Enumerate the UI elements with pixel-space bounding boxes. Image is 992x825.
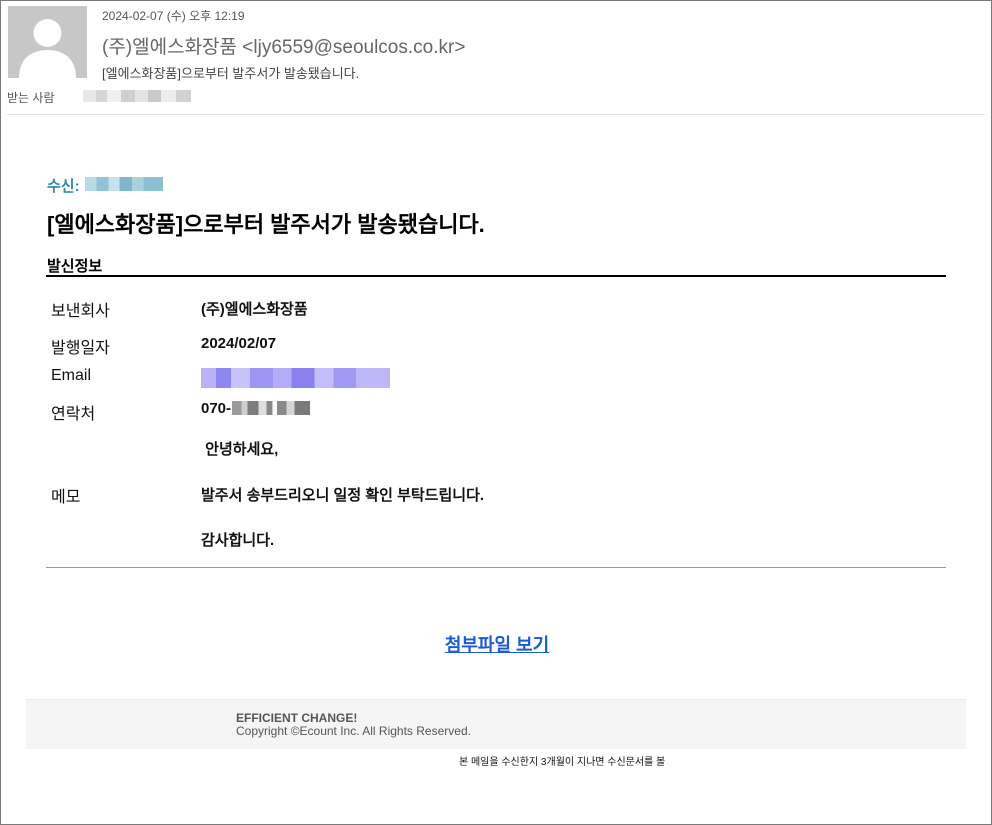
person-icon: [8, 6, 87, 78]
date-label: 발행일자: [51, 340, 110, 357]
email-date: 2024-02-07 (수) 오후 12:19: [102, 9, 245, 23]
email-subject: [엘에스화장품]으로부터 발주서가 발송됐습니다.: [102, 66, 360, 81]
retention-notice: 본 메일을 수신한지 3개월이 지나면 수신문서를 볼: [459, 757, 666, 768]
headline: [엘에스화장품]으로부터 발주서가 발송됐습니다.: [47, 212, 485, 237]
attachment-link-container: 첨부파일 보기: [1, 631, 992, 657]
recipient-label: 수신:: [47, 178, 80, 195]
phone-value-redacted: [232, 401, 310, 415]
section-divider: [46, 275, 946, 277]
phone-label: 연락처: [51, 406, 96, 423]
content-divider: [46, 567, 946, 568]
view-attachment-link[interactable]: 첨부파일 보기: [445, 635, 549, 655]
sender-name: (주)엘에스화장품: [102, 37, 238, 58]
to-recipient-redacted: [83, 90, 191, 102]
memo-line: 안녕하세요,: [201, 441, 279, 458]
company-label: 보낸회사: [51, 303, 110, 320]
footer-tagline: EFFICIENT CHANGE!: [236, 711, 358, 725]
sender-email: <ljy6559@seoulcos.co.kr>: [242, 37, 466, 58]
memo-line: 감사합니다.: [201, 532, 275, 549]
memo-line: 발주서 송부드리오니 일정 확인 부탁드립니다.: [201, 487, 485, 504]
company-value: (주)엘에스화장품: [201, 301, 308, 318]
footer-copyright: Copyright ©Ecount Inc. All Rights Reserv…: [236, 724, 471, 738]
footer: [26, 699, 966, 749]
to-label: 받는 사람: [7, 91, 55, 105]
phone-prefix: 070-: [201, 400, 232, 417]
date-value: 2024/02/07: [201, 335, 277, 352]
sender[interactable]: (주)엘에스화장품 <ljy6559@seoulcos.co.kr>: [102, 32, 465, 59]
email-value-redacted[interactable]: [201, 368, 390, 388]
header-divider: [7, 114, 985, 115]
email-viewer: 2024-02-07 (수) 오후 12:19 (주)엘에스화장품 <ljy65…: [0, 0, 992, 825]
recipient-redacted: [85, 177, 163, 191]
email-label: Email: [51, 367, 92, 384]
memo-label: 메모: [51, 489, 81, 506]
sender-avatar: [8, 6, 87, 78]
section-title: 발신정보: [47, 258, 103, 275]
